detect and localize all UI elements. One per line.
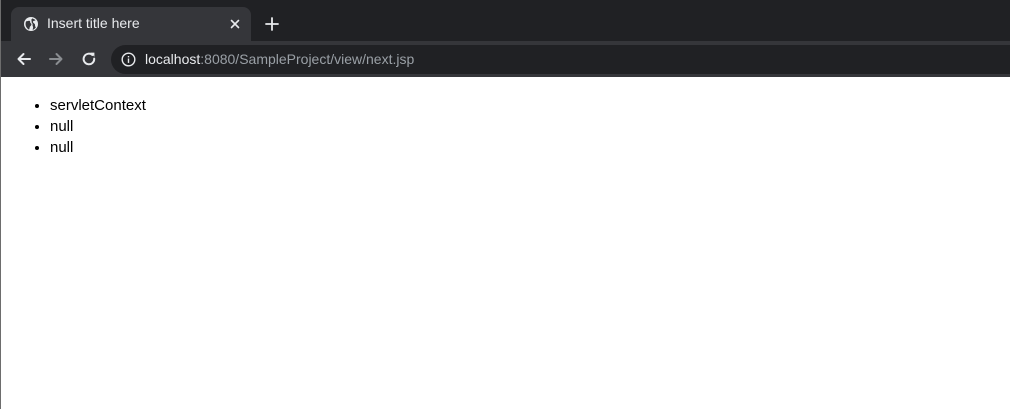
- reload-icon[interactable]: [80, 50, 98, 68]
- list-item: servletContext: [50, 95, 1010, 116]
- url-path: :8080/SampleProject/view/next.jsp: [200, 51, 415, 67]
- forward-arrow-icon[interactable]: [47, 50, 65, 68]
- address-bar[interactable]: localhost:8080/SampleProject/view/next.j…: [111, 45, 1010, 74]
- list-item: null: [50, 116, 1010, 137]
- close-icon[interactable]: [227, 16, 243, 32]
- browser-tab[interactable]: Insert title here: [11, 7, 251, 41]
- url-host: localhost: [145, 51, 201, 67]
- url-text: localhost:8080/SampleProject/view/next.j…: [145, 51, 414, 67]
- info-icon[interactable]: [121, 52, 136, 67]
- tab-strip: Insert title here: [1, 0, 1010, 41]
- browser-toolbar: localhost:8080/SampleProject/view/next.j…: [1, 41, 1010, 77]
- item-list: servletContext null null: [1, 95, 1010, 158]
- back-arrow-icon[interactable]: [15, 50, 33, 68]
- globe-icon: [23, 16, 39, 32]
- new-tab-plus-icon[interactable]: [263, 15, 281, 33]
- tab-title: Insert title here: [47, 15, 140, 31]
- list-item: null: [50, 137, 1010, 158]
- browser-window: Insert title here localhost:8080/SampleP…: [0, 0, 1010, 409]
- page-content: servletContext null null: [1, 77, 1010, 409]
